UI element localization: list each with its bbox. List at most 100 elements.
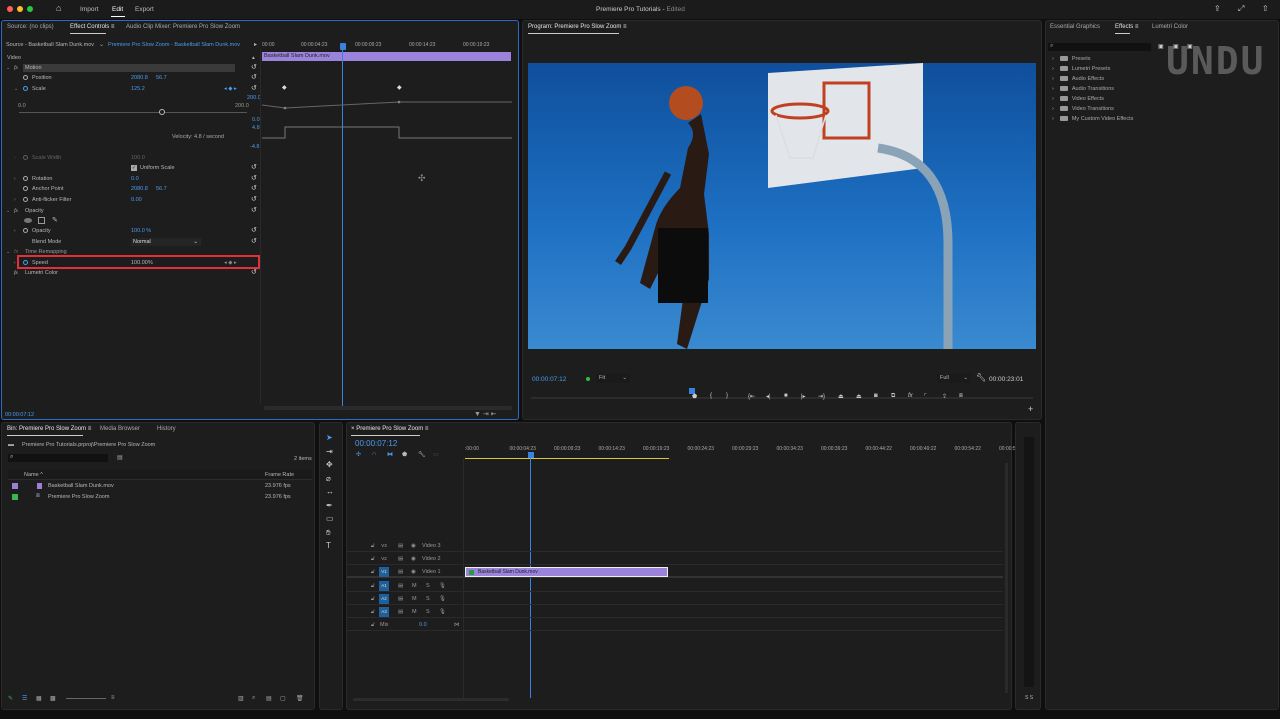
timeline-clip[interactable]: Basketball Slam Dunk.mov <box>465 567 668 577</box>
reset-icon[interactable]: ↺ <box>251 195 257 205</box>
icon-view-icon[interactable]: ▦ <box>36 695 42 702</box>
minimize-button[interactable] <box>17 6 23 12</box>
selection-tool[interactable]: ➤ <box>326 433 333 442</box>
quick-export-icon[interactable]: ⇧ <box>1262 4 1269 13</box>
tab-essential-graphics[interactable]: Essential Graphics <box>1050 24 1100 30</box>
step-forward-button[interactable]: |▸ <box>801 393 806 400</box>
effects-folder-video-effects[interactable]: › Video Effects <box>1052 94 1104 104</box>
solo-button[interactable]: S <box>426 596 430 602</box>
lock-icon[interactable]: 🔓︎ <box>371 569 375 576</box>
ripple-edit-tool[interactable]: ✥ <box>326 460 333 469</box>
freeform-view-icon[interactable]: ▩ <box>50 695 56 702</box>
timeline-timecode[interactable]: 00:00:07:12 <box>355 439 397 448</box>
track-target[interactable]: A2 <box>379 594 389 604</box>
sync-lock-icon[interactable]: ▤ <box>398 609 403 615</box>
opacity-value[interactable]: 100.0 % <box>131 226 151 236</box>
column-frame-rate[interactable]: Frame Rate <box>265 472 294 478</box>
ellipse-mask-icon[interactable] <box>24 218 32 223</box>
reset-icon[interactable]: ↺ <box>251 237 257 247</box>
program-timecode[interactable]: 00:00:07:12 <box>532 376 566 383</box>
tab-effect-controls[interactable]: Effect Controls ≡ <box>70 24 114 34</box>
linked-selection-icon[interactable]: ⧓ <box>387 451 393 458</box>
automate-icon[interactable]: ▥ <box>238 695 244 702</box>
resolution-dropdown[interactable]: Full ⌄ <box>937 374 971 383</box>
maximize-button[interactable] <box>27 6 33 12</box>
nest-icon[interactable]: ✣ <box>356 451 361 458</box>
chevron-down-icon[interactable]: ⌄ <box>6 63 10 73</box>
track-target[interactable]: V1 <box>379 567 389 577</box>
bin-search-input[interactable]: ⌕ <box>8 454 108 462</box>
track-target[interactable]: A3 <box>379 607 389 617</box>
add-marker-icon[interactable]: ⬟ <box>402 451 407 458</box>
rectangle-mask-icon[interactable] <box>38 217 45 224</box>
microphone-icon[interactable]: 🎙︎ <box>439 609 446 615</box>
effects-folder-video-transitions[interactable]: › Video Transitions <box>1052 104 1114 114</box>
reset-icon[interactable]: ↺ <box>251 63 257 73</box>
add-marker-button[interactable]: ⬟ <box>692 393 697 400</box>
type-tool[interactable]: T <box>326 541 331 550</box>
opacity-effect-row[interactable]: ⌄ fx Opacity ↺ <box>2 206 260 216</box>
comparison-view-button[interactable]: ⧉ <box>891 393 895 400</box>
scale-value[interactable]: 125.2 <box>131 84 145 94</box>
menu-icon[interactable]: ≡ <box>425 426 429 432</box>
rotation-value[interactable]: 0.0 <box>131 174 139 184</box>
mix-value[interactable]: 0.0 <box>419 622 427 628</box>
hand-tool[interactable]: ✋︎ <box>326 528 331 538</box>
add-button[interactable]: + <box>1028 404 1033 414</box>
sort-icon[interactable]: ≡ <box>111 695 115 701</box>
position-y-value[interactable]: 56.7 <box>156 73 167 83</box>
track-target[interactable]: V2 <box>379 554 389 564</box>
menu-icon[interactable]: ≡ <box>623 24 627 30</box>
effects-folder-presets[interactable]: › Presets <box>1052 54 1091 64</box>
horizontal-scrollbar[interactable] <box>353 698 509 701</box>
track-target[interactable]: A1 <box>379 581 389 591</box>
solo-button[interactable]: S <box>426 609 430 615</box>
program-scrub-bar[interactable] <box>531 397 1033 399</box>
play-icon[interactable]: ▸ <box>254 41 257 48</box>
extract-button[interactable]: ⏏ <box>856 393 862 400</box>
lock-icon[interactable]: 🔓︎ <box>371 556 375 563</box>
mute-button[interactable]: M <box>412 596 417 602</box>
keyframe-nav[interactable]: ◂ ◆ ▸ <box>224 84 237 94</box>
fit-dropdown[interactable]: Fit ⌄ <box>596 374 630 383</box>
collapse-icon[interactable]: ▴ <box>252 53 255 63</box>
eye-icon[interactable]: ◉ <box>411 543 416 549</box>
reset-icon[interactable]: ↺ <box>251 184 257 194</box>
vertical-scrollbar[interactable] <box>1005 463 1008 693</box>
mute-button[interactable]: M <box>412 609 417 615</box>
tab-media-browser[interactable]: Media Browser <box>100 426 140 432</box>
rectangle-tool[interactable]: ▭ <box>326 514 334 523</box>
solo-buttons[interactable]: S S <box>1025 695 1033 701</box>
mute-button[interactable]: M <box>412 583 417 589</box>
effects-folder-lumetri-presets[interactable]: › Lumetri Presets <box>1052 64 1110 74</box>
export-button[interactable]: ⇪ <box>942 393 947 400</box>
lock-icon[interactable]: 🔓︎ <box>371 583 375 590</box>
go-to-in-button[interactable]: {⇤ <box>748 393 755 400</box>
effects-folder-custom[interactable]: › My Custom Video Effects <box>1052 114 1133 124</box>
keyframe-icon[interactable]: ◆ <box>397 84 402 91</box>
lock-icon[interactable]: 🔓︎ <box>371 622 375 629</box>
razor-tool[interactable]: ⌀ <box>326 474 331 483</box>
wrench-icon[interactable]: 🔧︎ <box>976 373 986 382</box>
column-name[interactable]: Name ^ <box>24 472 43 478</box>
sequence-clip-dropdown[interactable]: Premiere Pro Slow Zoom - Basketball Slam… <box>108 42 240 48</box>
work-area-bar[interactable] <box>465 458 669 459</box>
motion-effect-row[interactable]: ⌄ fx Motion ↺ <box>2 63 260 73</box>
microphone-icon[interactable]: 🎙︎ <box>439 583 446 589</box>
reset-icon[interactable]: ↺ <box>251 73 257 83</box>
mark-in-button[interactable]: { <box>710 393 712 399</box>
settings-wrench-icon[interactable]: 🔧︎ <box>418 451 426 458</box>
pen-mask-icon[interactable]: ✎ <box>52 216 58 226</box>
close-icon[interactable]: × <box>351 426 355 432</box>
share-icon[interactable]: ⇪ <box>1214 4 1221 13</box>
stopwatch-icon[interactable] <box>23 86 28 91</box>
tab-program[interactable]: Program: Premiere Pro Slow Zoom ≡ <box>528 24 627 34</box>
zoom-slider[interactable] <box>66 698 106 699</box>
home-icon[interactable]: ⌂ <box>56 3 61 13</box>
tab-effects[interactable]: Effects ≡ <box>1115 24 1138 34</box>
playhead-handle[interactable] <box>528 452 534 458</box>
reset-icon[interactable]: ↺ <box>251 174 257 184</box>
reset-icon[interactable]: ↺ <box>251 163 257 173</box>
go-to-out-button[interactable]: ⇥} <box>818 393 825 400</box>
filter-icon[interactable]: ▼ ⇥ ⇤ <box>474 410 497 418</box>
